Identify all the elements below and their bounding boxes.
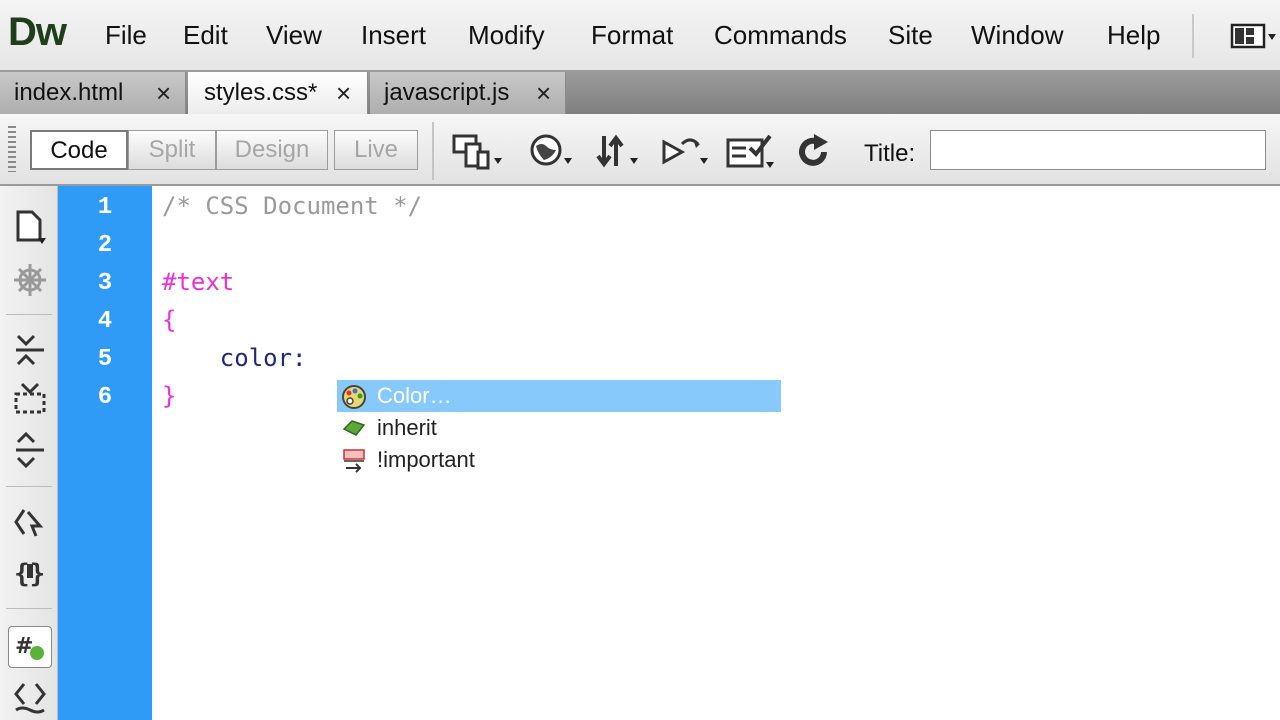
line-number: 2 — [97, 232, 113, 259]
code-line-close-brace[interactable]: } — [162, 382, 176, 410]
menu-window[interactable]: Window — [971, 20, 1063, 51]
menu-site[interactable]: Site — [888, 20, 933, 51]
preview-browser-icon[interactable] — [528, 132, 578, 172]
multiscreen-icon[interactable] — [452, 132, 502, 172]
line-number: 1 — [97, 194, 113, 221]
close-icon[interactable]: × — [536, 78, 551, 108]
menu-file[interactable]: File — [105, 20, 147, 51]
tab-label: javascript.js — [384, 79, 510, 106]
syntax-coloring-icon[interactable]: # — [8, 626, 52, 668]
wrap-tag-icon[interactable] — [12, 678, 48, 714]
line-number: 6 — [97, 384, 113, 411]
color-picker-icon — [341, 384, 367, 410]
live-view-button[interactable]: Live — [334, 130, 418, 170]
menu-help[interactable]: Help — [1107, 20, 1160, 51]
line-number: 4 — [97, 308, 113, 335]
tab-label: index.html — [14, 79, 124, 106]
tab-index-html[interactable]: index.html × — [0, 72, 186, 114]
document-tab-bar: index.html × styles.css* × javascript.js… — [0, 70, 1280, 114]
design-view-button[interactable]: Design — [216, 130, 328, 170]
code-view-button[interactable]: Code — [30, 130, 128, 170]
menu-insert[interactable]: Insert — [361, 20, 426, 51]
hint-item-important[interactable]: !important — [337, 444, 781, 476]
visual-aids-icon[interactable] — [726, 132, 776, 172]
refresh-icon[interactable] — [794, 132, 844, 172]
coding-toolbar: {} # — [0, 186, 58, 720]
important-icon — [341, 448, 367, 474]
document-toolbar: Code Split Design Live Title: — [0, 114, 1280, 186]
file-transfer-icon[interactable] — [594, 132, 644, 172]
code-line-open-brace[interactable]: { — [162, 306, 176, 334]
tab-styles-css[interactable]: styles.css* × — [188, 72, 368, 114]
close-icon[interactable]: × — [156, 78, 171, 108]
split-view-button[interactable]: Split — [128, 130, 216, 170]
hint-item-inherit[interactable]: inherit — [337, 412, 781, 444]
expand-all-icon[interactable] — [12, 431, 48, 469]
select-parent-tag-icon[interactable] — [12, 504, 48, 540]
line-number-gutter: 1 2 3 4 5 6 — [58, 186, 152, 720]
menu-edit[interactable]: Edit — [183, 20, 228, 51]
workspace-layout-icon[interactable] — [1230, 22, 1278, 50]
tab-label: styles.css* — [204, 79, 318, 106]
hint-label: !important — [377, 447, 475, 472]
menu-commands[interactable]: Commands — [714, 20, 847, 51]
value-icon — [341, 416, 367, 442]
document-title-input[interactable] — [930, 130, 1266, 170]
tab-javascript-js[interactable]: javascript.js × — [370, 72, 566, 114]
open-documents-icon[interactable] — [12, 208, 48, 244]
line-number: 5 — [97, 346, 113, 373]
hint-item-color[interactable]: Color… — [337, 380, 781, 412]
code-line-property[interactable]: color: — [162, 344, 307, 372]
code-hint-popup: Color… inherit !important — [337, 378, 781, 476]
hint-label: inherit — [377, 415, 437, 440]
toolbar-separator — [6, 486, 52, 487]
title-label: Title: — [864, 140, 916, 167]
hint-label: Color… — [377, 383, 452, 408]
toolbar-separator — [6, 314, 52, 315]
debug-icon[interactable] — [660, 132, 710, 172]
app-logo: Dw — [8, 10, 67, 54]
toolbar-separator — [432, 122, 434, 180]
menu-separator — [1192, 14, 1194, 58]
menu-view[interactable]: View — [266, 20, 322, 51]
menu-bar: Dw File Edit View Insert Modify Format C… — [0, 0, 1280, 70]
toolbar-separator — [6, 608, 52, 609]
show-code-navigator-icon[interactable] — [12, 262, 48, 298]
collapse-full-tag-icon[interactable] — [12, 332, 48, 368]
menu-format[interactable]: Format — [591, 20, 673, 51]
close-icon[interactable]: × — [336, 78, 351, 108]
code-line-selector[interactable]: #text — [162, 268, 234, 296]
menu-modify[interactable]: Modify — [468, 20, 545, 51]
balance-braces-icon[interactable]: {} — [12, 554, 48, 590]
toolbar-grip[interactable] — [8, 126, 16, 172]
line-number: 3 — [97, 270, 113, 297]
code-line-comment[interactable]: /* CSS Document */ — [162, 192, 422, 220]
collapse-selection-icon[interactable] — [12, 382, 48, 418]
